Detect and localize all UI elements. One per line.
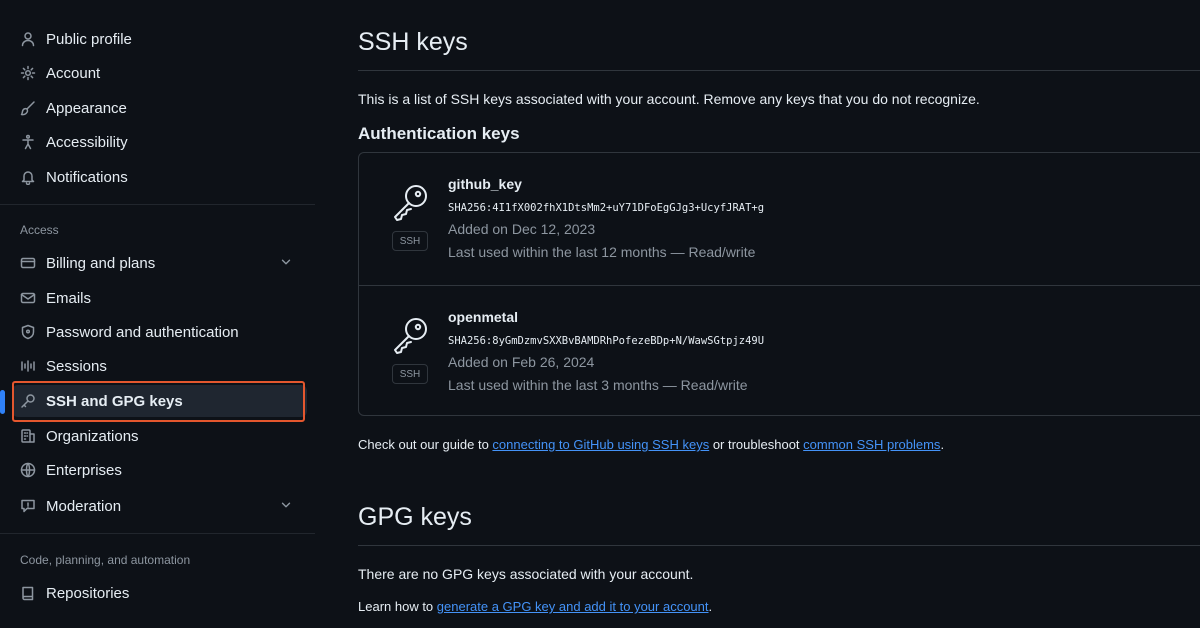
key-last-used: Last used within the last 3 months — Rea…: [448, 377, 748, 393]
sidebar-item-label: Public profile: [46, 30, 132, 48]
ssh-troubleshoot-link[interactable]: common SSH problems: [803, 437, 940, 452]
sidebar-item-billing[interactable]: Billing and plans: [12, 247, 307, 279]
key-icon: [389, 314, 439, 364]
sidebar-item-label: Password and authentication: [46, 323, 239, 341]
person-icon: [18, 29, 38, 49]
sidebar-item-label: Account: [46, 64, 101, 82]
sidebar-item-appearance[interactable]: Appearance: [12, 92, 307, 124]
gpg-keys-heading: GPG keys: [358, 503, 472, 531]
sidebar-item-ssh-gpg-keys[interactable]: SSH and GPG keys: [12, 385, 307, 417]
sidebar-section-code: Code, planning, and automation: [20, 553, 191, 567]
sidebar-item-label: Emails: [46, 289, 92, 307]
key-added-date: Added on Feb 26, 2024: [448, 354, 595, 370]
gpg-learn-text: Learn how to generate a GPG key and add …: [358, 599, 712, 614]
chevron-down-icon[interactable]: [279, 255, 295, 271]
sidebar-item-label: Billing and plans: [46, 254, 156, 272]
sidebar-item-account[interactable]: Account: [12, 57, 307, 89]
sidebar-item-repositories[interactable]: Repositories: [12, 577, 307, 609]
sidebar-item-label: Appearance: [46, 99, 127, 117]
sidebar-item-public-profile[interactable]: Public profile: [12, 23, 307, 55]
sidebar-item-enterprises[interactable]: Enterprises: [12, 454, 307, 486]
organization-icon: [18, 426, 38, 446]
ssh-gpg-settings-main: SSH keys This is a list of SSH keys asso…: [358, 0, 1200, 628]
credit-card-icon: [18, 253, 38, 273]
sidebar-item-sessions[interactable]: Sessions: [12, 350, 307, 382]
heading-divider: [358, 70, 1200, 71]
gpg-learn-suffix: .: [708, 599, 713, 614]
guide-suffix: .: [940, 437, 945, 452]
globe-icon: [18, 460, 38, 480]
broadcast-icon: [18, 356, 38, 376]
heading-divider: [358, 545, 1200, 546]
ssh-guide-link[interactable]: connecting to GitHub using SSH keys: [492, 437, 709, 452]
accessibility-icon: [18, 132, 38, 152]
bell-icon: [18, 167, 38, 187]
ssh-badge: SSH: [392, 364, 428, 384]
paintbrush-icon: [18, 98, 38, 118]
ssh-keys-description: This is a list of SSH keys associated wi…: [358, 91, 980, 107]
sidebar-item-accessibility[interactable]: Accessibility: [12, 126, 307, 158]
sidebar-item-label: Accessibility: [46, 133, 128, 151]
repo-icon: [18, 583, 38, 603]
ssh-keys-heading: SSH keys: [358, 28, 468, 56]
gear-icon: [18, 63, 38, 83]
gpg-learn-prefix: Learn how to: [358, 599, 437, 614]
key-fingerprint: SHA256:8yGmDzmvSXXBvBAMDRhPofezeBDp+N/Wa…: [448, 335, 765, 347]
key-last-used: Last used within the last 12 months — Re…: [448, 244, 756, 260]
sidebar-item-label: Repositories: [46, 584, 130, 602]
chevron-down-icon[interactable]: [279, 498, 295, 514]
active-indicator: [0, 390, 5, 414]
authentication-keys-heading: Authentication keys: [358, 124, 520, 143]
key-title: github_key: [448, 176, 522, 192]
key-icon: [18, 391, 38, 411]
key-title: openmetal: [448, 309, 519, 325]
sidebar-item-label: Moderation: [46, 497, 122, 515]
ssh-key-row: SSH openmetal SHA256:8yGmDzmvSXXBvBAMDRh…: [359, 285, 1200, 417]
sidebar-section-access: Access: [20, 223, 59, 237]
mail-icon: [18, 288, 38, 308]
sidebar-divider: [0, 204, 315, 205]
guide-prefix: Check out our guide to: [358, 437, 493, 452]
sidebar-divider: [0, 533, 315, 534]
ssh-badge: SSH: [392, 231, 428, 251]
sidebar-item-label: Sessions: [46, 357, 107, 375]
gpg-learn-link[interactable]: generate a GPG key and add it to your ac…: [437, 599, 709, 614]
authentication-keys-list: SSH github_key SHA256:4I1fX002fhX1DtsMm2…: [358, 152, 1200, 416]
report-icon: [18, 496, 38, 516]
gpg-keys-description: There are no GPG keys associated with yo…: [358, 566, 694, 582]
ssh-guide-text: Check out our guide to connecting to Git…: [358, 437, 944, 452]
ssh-key-row: SSH github_key SHA256:4I1fX002fhX1DtsMm2…: [359, 153, 1200, 285]
sidebar-item-emails[interactable]: Emails: [12, 282, 307, 314]
key-icon: [389, 181, 439, 231]
shield-lock-icon: [18, 322, 38, 342]
sidebar-item-password[interactable]: Password and authentication: [12, 316, 307, 348]
sidebar-item-label: Enterprises: [46, 461, 122, 479]
settings-sidebar: Public profile Account Appearance Access…: [0, 0, 315, 628]
sidebar-item-label: SSH and GPG keys: [46, 392, 183, 410]
sidebar-item-notifications[interactable]: Notifications: [12, 161, 307, 193]
key-added-date: Added on Dec 12, 2023: [448, 221, 596, 237]
sidebar-item-label: Notifications: [46, 168, 128, 186]
sidebar-item-label: Organizations: [46, 427, 139, 445]
sidebar-item-moderation[interactable]: Moderation: [12, 490, 307, 522]
key-fingerprint: SHA256:4I1fX002fhX1DtsMm2+uY71DFoEgGJg3+…: [448, 202, 765, 214]
guide-middle: or troubleshoot: [709, 437, 804, 452]
sidebar-item-organizations[interactable]: Organizations: [12, 420, 307, 452]
